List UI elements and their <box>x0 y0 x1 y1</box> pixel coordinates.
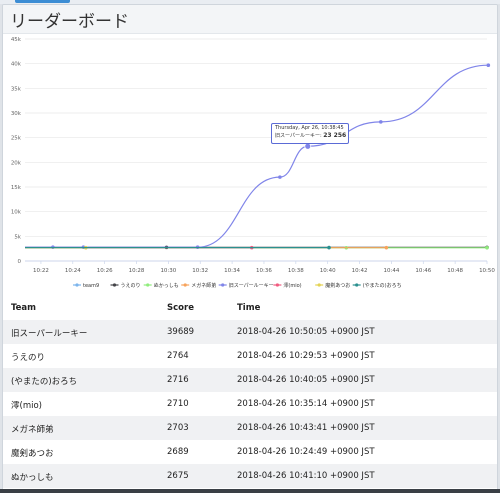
row-time: 2018-04-26 10:41:10 +0900 JST <box>237 471 375 481</box>
row-team: うえのり <box>11 353 46 363</box>
x-tick-label: 10:48 <box>447 268 463 274</box>
row-score: 2703 <box>167 423 189 433</box>
x-tick-label: 10:40 <box>320 268 336 274</box>
legend-label: メガネ師弟 <box>191 282 216 289</box>
row-team: 旧スーパールーキー <box>11 329 88 339</box>
y-tick-label: 25k <box>11 136 22 142</box>
table-header-row: Team Score Time <box>3 296 497 320</box>
row-time: 2018-04-26 10:24:49 +0900 JST <box>237 447 375 457</box>
table-row: ぬかっしも 2675 2018-04-26 10:41:10 +0900 JST <box>3 464 497 488</box>
row-time: 2018-04-26 10:50:05 +0900 JST <box>237 327 375 337</box>
series-point <box>485 246 489 250</box>
header-score: Score <box>167 303 194 313</box>
y-tick-label: 15k <box>11 185 22 191</box>
y-tick-label: 45k <box>11 37 22 43</box>
legend-marker <box>355 283 359 287</box>
series-point <box>384 245 389 250</box>
legend-marker <box>112 283 117 287</box>
row-team: 魔剣あつお <box>11 449 54 459</box>
y-tick-label: 20k <box>11 160 22 166</box>
header-team: Team <box>11 303 37 313</box>
row-time: 2018-04-26 10:43:41 +0900 JST <box>237 423 375 433</box>
y-tick-label: 10k <box>11 210 22 216</box>
x-tick-label: 10:22 <box>33 268 49 274</box>
table-row: 魔剣あつお 2689 2018-04-26 10:24:49 +0900 JST <box>3 440 497 464</box>
series-point <box>278 175 282 179</box>
table-row: メガネ師弟 2703 2018-04-26 10:43:41 +0900 JST <box>3 416 497 440</box>
table-row: 旧スーパールーキー 39689 2018-04-26 10:50:05 +090… <box>3 320 497 344</box>
legend-marker <box>146 283 150 287</box>
row-score: 2675 <box>167 471 189 481</box>
row-score: 2710 <box>167 399 189 409</box>
y-tick-label: 35k <box>11 86 22 92</box>
row-team: (やまたの)おろち <box>11 377 78 387</box>
series-point <box>327 245 331 250</box>
table-row: (やまたの)おろち 2716 2018-04-26 10:40:05 +0900… <box>3 368 497 392</box>
series-point <box>486 63 491 68</box>
legend-label: 澪(mio) <box>283 282 301 289</box>
row-team: ぬかっしも <box>11 473 54 483</box>
y-tick-label: 30k <box>11 111 22 117</box>
legend-label: 旧スーパールーキー <box>229 282 274 289</box>
x-tick-label: 10:36 <box>256 268 272 274</box>
x-tick-label: 10:44 <box>383 268 399 274</box>
x-tick-label: 10:24 <box>65 268 81 274</box>
x-tick-label: 10:34 <box>224 268 240 274</box>
row-score: 2716 <box>167 375 189 385</box>
row-time: 2018-04-26 10:29:53 +0900 JST <box>237 351 375 361</box>
legend-label: team9 <box>83 283 99 289</box>
active-tab-indicator[interactable] <box>15 0 70 3</box>
header-time: Time <box>237 303 261 313</box>
row-team: メガネ師弟 <box>11 425 54 435</box>
leaderboard-chart: 0 5k 10k 15k 20k 25k 30k 35k 40k 45k 10:22 10:24 10:… <box>11 37 496 289</box>
x-tick-label: 10:30 <box>160 268 176 274</box>
x-tick-label: 10:42 <box>352 268 368 274</box>
x-tick-label: 10:46 <box>415 268 431 274</box>
bottom-bar <box>0 489 500 493</box>
row-score: 2764 <box>167 351 189 361</box>
series-point <box>378 120 383 124</box>
tooltip-series-name: 旧スーパールーキー <box>275 133 320 139</box>
x-tick-label: 10:38 <box>288 268 304 274</box>
hovered-point <box>304 142 312 150</box>
y-tick-label: 0 <box>18 259 22 265</box>
chart-tooltip: Thursday, Apr 26, 10:38:45 旧スーパールーキー: 23… <box>271 123 349 144</box>
legend-label: うえのり <box>121 283 141 289</box>
tooltip-date: Thursday, Apr 26, 10:38:45 <box>275 125 344 131</box>
table-row: 澪(mio) 2710 2018-04-26 10:35:14 +0900 JS… <box>3 392 497 416</box>
legend-label: 魔剣あつお <box>325 282 350 289</box>
row-score: 39689 <box>167 327 195 337</box>
row-score: 2689 <box>167 447 189 457</box>
legend-label: (やまたの)おろち <box>363 282 402 289</box>
series-line <box>24 64 489 248</box>
x-tick-label: 10:26 <box>97 268 113 274</box>
row-time: 2018-04-26 10:35:14 +0900 JST <box>237 399 375 409</box>
legend-marker <box>75 283 79 287</box>
legend-marker <box>221 283 225 287</box>
row-team: 澪(mio) <box>11 401 42 411</box>
x-tick-label: 10:32 <box>192 268 208 274</box>
y-tick-label: 5k <box>14 234 21 240</box>
row-time: 2018-04-26 10:40:05 +0900 JST <box>237 375 375 385</box>
x-tick-label: 10:28 <box>129 268 145 274</box>
legend-marker <box>183 283 187 287</box>
legend-marker <box>275 283 279 287</box>
tooltip-value: 23 256 <box>323 132 347 139</box>
legend-marker <box>317 283 321 287</box>
table-row: うえのり 2764 2018-04-26 10:29:53 +0900 JST <box>3 344 497 368</box>
y-tick-label: 40k <box>11 62 22 68</box>
legend-label: ぬかっしも <box>154 282 179 289</box>
x-tick-label: 10:50 <box>479 268 495 274</box>
leaderboard-panel: リーダーボード 0 5k 10k 15k 20k 25k 30k 35k 40k 45k 10:22… <box>2 4 498 493</box>
